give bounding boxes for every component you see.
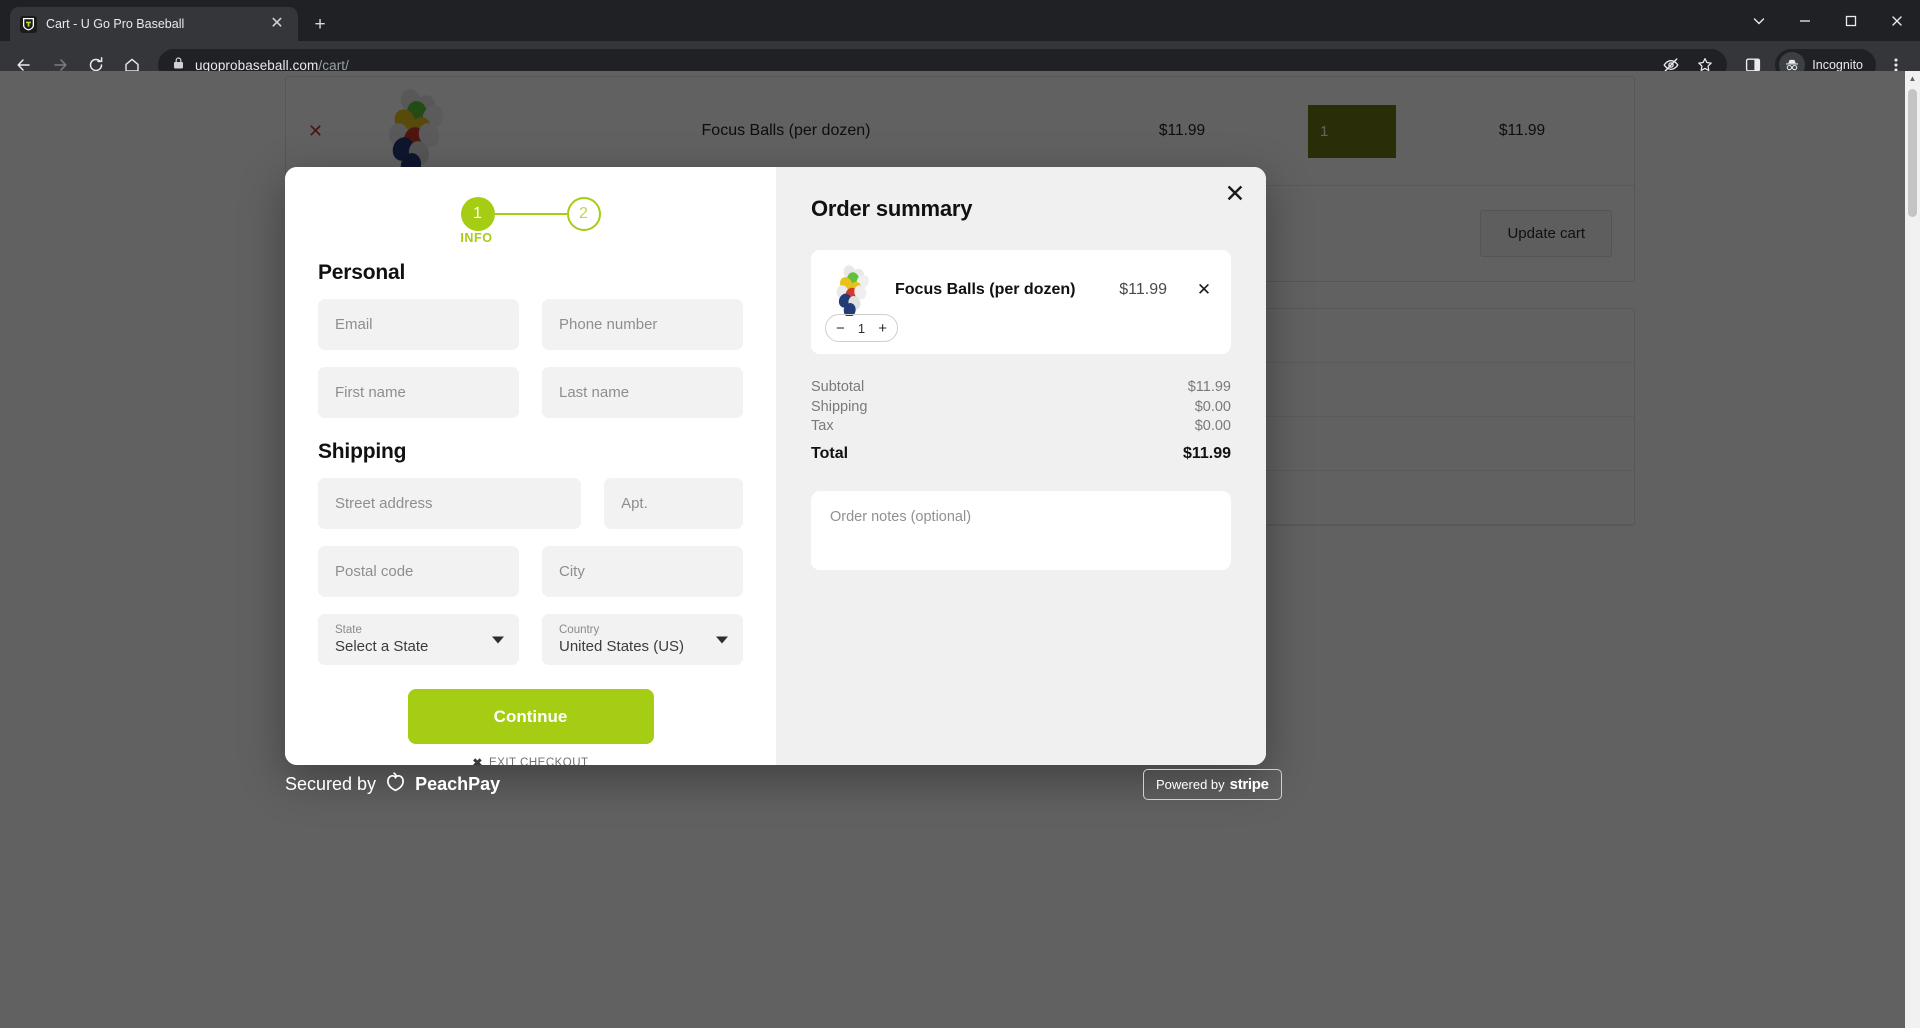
site-favicon <box>20 15 37 33</box>
tab-close-icon[interactable]: ✕ <box>266 13 288 35</box>
close-modal-button[interactable]: ✕ <box>1218 177 1252 211</box>
state-select[interactable]: State Select a State <box>318 614 519 665</box>
order-totals: Subtotal $11.99 Shipping $0.00 Tax $0.00… <box>811 378 1231 465</box>
order-notes-textarea[interactable]: Order notes (optional) <box>811 490 1231 570</box>
country-value: United States (US) <box>559 637 685 655</box>
shipping-heading: Shipping <box>318 440 407 463</box>
country-select[interactable]: Country United States (US) <box>542 614 743 665</box>
minimize-icon[interactable] <box>1782 0 1828 41</box>
city-field[interactable]: City <box>542 546 743 597</box>
new-tab-button[interactable]: + <box>309 13 331 35</box>
continue-section: Continue ✖ EXIT CHECKOUT <box>318 689 743 765</box>
browser-window: Cart - U Go Pro Baseball ✕ + ugoprobaseb… <box>0 0 1920 1028</box>
checkout-stepper: 1 2 INFO <box>318 167 743 245</box>
tab-title: Cart - U Go Pro Baseball <box>46 17 185 31</box>
personal-row-2: First name Last name <box>318 367 743 418</box>
shipping-value: $0.00 <box>1194 398 1231 415</box>
checkout-form-panel: 1 2 INFO Personal Email Phone number Fir… <box>285 167 776 765</box>
total-row: Total $11.99 <box>811 443 1231 465</box>
order-item-name: Focus Balls (per dozen) <box>895 281 1076 298</box>
first-name-field[interactable]: First name <box>318 367 519 418</box>
email-field[interactable]: Email <box>318 299 519 350</box>
tax-label: Tax <box>811 418 834 434</box>
shipping-row-3: State Select a State Country United Stat… <box>318 614 743 665</box>
personal-heading: Personal <box>318 261 406 284</box>
state-value: Select a State <box>335 637 429 655</box>
shipping-row-1: Street address Apt. <box>318 478 743 529</box>
exit-checkout-label: EXIT CHECKOUT <box>488 757 589 765</box>
order-summary-panel: ✕ Order summary Focus Balls (per dozen) … <box>776 167 1266 765</box>
postal-code-field[interactable]: Postal code <box>318 546 519 597</box>
stripe-prefix-label: Powered by <box>1156 777 1225 792</box>
order-summary-heading: Order summary <box>811 196 973 221</box>
quantity-stepper: − 1 + <box>825 314 898 342</box>
state-label: State <box>335 623 362 636</box>
total-label: Total <box>811 444 849 462</box>
personal-row-1: Email Phone number <box>318 299 743 350</box>
scroll-up-arrow[interactable]: ▲ <box>1905 71 1920 86</box>
shipping-label: Shipping <box>811 398 868 415</box>
tab-strip: Cart - U Go Pro Baseball ✕ + <box>0 0 1920 41</box>
maximize-icon[interactable] <box>1828 0 1874 41</box>
quantity-value: 1 <box>857 320 866 336</box>
remove-item-icon[interactable]: ✕ <box>1195 280 1213 300</box>
tax-row: Tax $0.00 <box>811 417 1231 437</box>
tax-value: $0.00 <box>1194 418 1231 434</box>
peachpay-brand-label: PeachPay <box>415 773 501 794</box>
apt-field[interactable]: Apt. <box>604 478 743 529</box>
shipping-row-2: Postal code City <box>318 546 743 597</box>
subtotal-value: $11.99 <box>1187 379 1231 395</box>
secured-by-label: Secured by <box>285 773 377 794</box>
decrement-quantity-button[interactable]: − <box>836 321 845 336</box>
step-2-payment[interactable]: 2 <box>566 197 601 231</box>
exit-close-icon: ✖ <box>472 756 483 765</box>
subtotal-row: Subtotal $11.99 <box>811 378 1231 398</box>
stripe-brand-label: stripe <box>1229 776 1269 793</box>
scrollbar-thumb[interactable] <box>1908 89 1917 217</box>
exit-checkout-link[interactable]: ✖ EXIT CHECKOUT <box>318 756 743 765</box>
stepper-connector <box>494 212 567 216</box>
step-1-info[interactable]: 1 <box>460 197 495 231</box>
tab-search-icon[interactable] <box>1736 0 1782 41</box>
peachpay-logo-icon <box>385 771 406 797</box>
step-1-label: INFO <box>460 231 493 245</box>
incognito-label: Incognito <box>1812 58 1863 72</box>
street-address-field[interactable]: Street address <box>318 478 582 529</box>
country-label: Country <box>559 623 600 636</box>
total-value: $11.99 <box>1182 444 1231 462</box>
secured-by-peachpay: Secured by PeachPay <box>285 771 500 797</box>
order-item-row: Focus Balls (per dozen) $11.99 ✕ <box>829 264 1213 316</box>
increment-quantity-button[interactable]: + <box>878 321 887 336</box>
shipping-row: Shipping $0.00 <box>811 398 1231 418</box>
page-scrollbar[interactable]: ▲ <box>1905 71 1920 1028</box>
page-viewport: ✕ <box>0 71 1920 1028</box>
order-item-card: Focus Balls (per dozen) $11.99 ✕ − 1 + <box>811 250 1231 354</box>
order-item-thumbnail <box>829 264 881 316</box>
order-item-price: $11.99 <box>1119 281 1167 298</box>
checkout-modal: 1 2 INFO Personal Email Phone number Fir… <box>285 167 1266 765</box>
subtotal-label: Subtotal <box>811 379 865 395</box>
powered-by-stripe-badge: Powered by stripe <box>1143 769 1282 800</box>
continue-button[interactable]: Continue <box>407 689 654 744</box>
browser-tab[interactable]: Cart - U Go Pro Baseball ✕ <box>10 7 298 41</box>
close-window-icon[interactable] <box>1874 0 1920 41</box>
phone-field[interactable]: Phone number <box>542 299 743 350</box>
chevron-down-icon <box>492 636 504 643</box>
window-controls <box>1736 0 1920 41</box>
chevron-down-icon <box>716 636 728 643</box>
last-name-field[interactable]: Last name <box>542 367 743 418</box>
